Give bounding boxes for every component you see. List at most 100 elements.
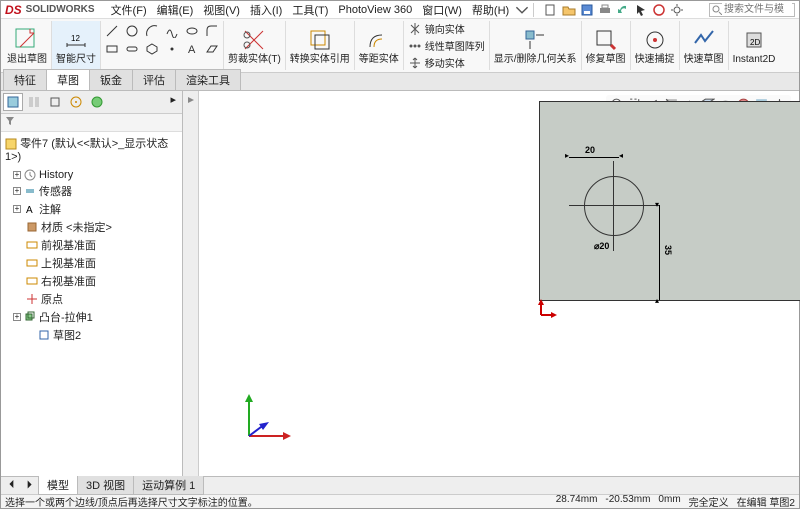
fm-property-tab[interactable] bbox=[24, 93, 44, 111]
scroll-right-icon[interactable]: ⏵ bbox=[21, 479, 39, 492]
tree-front-plane[interactable]: 前视基准面 bbox=[1, 236, 182, 254]
menu-file[interactable]: 文件(F) bbox=[107, 1, 151, 19]
fm-appearance-tab[interactable] bbox=[87, 93, 107, 111]
fm-tree-tab[interactable] bbox=[3, 93, 23, 111]
tree-history[interactable]: +History bbox=[1, 168, 182, 182]
tab-features[interactable]: 特征 bbox=[3, 69, 47, 90]
tree-top-plane[interactable]: 上视基准面 bbox=[1, 254, 182, 272]
search-icon bbox=[712, 5, 722, 15]
menu-insert[interactable]: 插入(I) bbox=[246, 1, 286, 19]
exit-sketch-button[interactable]: 退出草图 bbox=[3, 21, 52, 70]
menu-view[interactable]: 视图(V) bbox=[199, 1, 244, 19]
options-icon[interactable] bbox=[670, 3, 684, 17]
menu-tools[interactable]: 工具(T) bbox=[288, 1, 332, 19]
sketch-tools-grid: A bbox=[101, 21, 224, 70]
status-z: 0mm bbox=[658, 494, 680, 509]
menu-help[interactable]: 帮助(H) bbox=[468, 1, 513, 19]
feature-manager-panel: ▸ 零件7 (默认<<默认>_显示状态 1>) +History +传感器 +A… bbox=[1, 91, 183, 476]
menu-edit[interactable]: 编辑(E) bbox=[153, 1, 198, 19]
graphics-viewport[interactable]: 20 ▸ ◂ ⌀20 35 ▾ ▴ bbox=[199, 91, 799, 476]
tab-model[interactable]: 模型 bbox=[38, 476, 78, 495]
status-mode: 在编辑 草图2 bbox=[737, 494, 795, 509]
arc-tool[interactable] bbox=[143, 23, 161, 39]
tab-3dview[interactable]: 3D 视图 bbox=[77, 476, 134, 495]
part-name[interactable]: 零件7 (默认<<默认>_显示状态 1>) bbox=[1, 132, 182, 166]
dimension-vertical-35[interactable]: 35 ▾ ▴ bbox=[653, 205, 667, 300]
instant2d-button[interactable]: 2D Instant2D bbox=[729, 21, 780, 70]
move-entities-button[interactable]: 移动实体 bbox=[408, 55, 485, 70]
dimension-diameter-20[interactable]: ⌀20 bbox=[594, 241, 609, 252]
smart-dimension-button[interactable]: 12 智能尺寸 bbox=[52, 21, 101, 70]
show-delete-relations-button[interactable]: 显示/删除几何关系 bbox=[490, 21, 582, 70]
circle-centerline-h bbox=[569, 205, 659, 206]
print-icon[interactable] bbox=[598, 3, 612, 17]
point-tool[interactable] bbox=[163, 41, 181, 57]
tab-sketch[interactable]: 草图 bbox=[46, 69, 90, 90]
tree-extrude1[interactable]: +凸台-拉伸1 bbox=[1, 308, 182, 326]
transform-group: 镜向实体 线性草图阵列 移动实体 bbox=[404, 21, 490, 70]
scroll-left-icon[interactable]: ⏴ bbox=[3, 479, 21, 492]
tree-origin[interactable]: 原点 bbox=[1, 290, 182, 308]
tab-sheetmetal[interactable]: 钣金 bbox=[89, 69, 133, 90]
dimension-horizontal-20[interactable]: 20 ▸ ◂ bbox=[569, 151, 619, 165]
rapid-sketch-button[interactable]: 快速草图 bbox=[680, 21, 729, 70]
fm-expand-icon[interactable]: ▸ bbox=[166, 93, 180, 111]
status-x: 28.74mm bbox=[556, 494, 598, 509]
tree-material[interactable]: 材质 <未指定> bbox=[1, 218, 182, 236]
status-bar: 选择一个或两个边线/顶点后再选择尺寸文字标注的位置。 28.74mm -20.5… bbox=[1, 494, 799, 508]
offset-entities-button[interactable]: 等距实体 bbox=[355, 21, 404, 70]
rect-tool[interactable] bbox=[103, 41, 121, 57]
task-pane-strip[interactable] bbox=[183, 91, 199, 476]
fillet-tool[interactable] bbox=[203, 23, 221, 39]
text-tool[interactable]: A bbox=[183, 41, 201, 57]
tree-sketch2[interactable]: 草图2 bbox=[1, 326, 182, 344]
tree-right-plane[interactable]: 右视基准面 bbox=[1, 272, 182, 290]
trim-button[interactable]: 剪裁实体(T) bbox=[224, 21, 286, 70]
ellipse-tool[interactable] bbox=[183, 23, 201, 39]
linear-pattern-button[interactable]: 线性草图阵列 bbox=[408, 38, 485, 53]
status-prompt: 选择一个或两个边线/顶点后再选择尺寸文字标注的位置。 bbox=[5, 494, 258, 509]
spline-tool[interactable] bbox=[163, 23, 181, 39]
polygon-tool[interactable] bbox=[143, 41, 161, 57]
line-tool[interactable] bbox=[103, 23, 121, 39]
svg-text:12: 12 bbox=[71, 34, 80, 43]
slot-tool[interactable] bbox=[123, 41, 141, 57]
menubar: DS SOLIDWORKS 文件(F) 编辑(E) 视图(V) 插入(I) 工具… bbox=[1, 1, 799, 19]
svg-text:A: A bbox=[188, 44, 196, 56]
tree-annotations[interactable]: +A注解 bbox=[1, 200, 182, 218]
menu-photoview[interactable]: PhotoView 360 bbox=[334, 3, 416, 17]
fm-config-tab[interactable] bbox=[45, 93, 65, 111]
svg-text:2D: 2D bbox=[750, 38, 760, 47]
command-manager-tabs: 特征 草图 钣金 评估 渲染工具 bbox=[1, 73, 799, 91]
svg-text:A: A bbox=[26, 205, 33, 215]
reference-triad[interactable] bbox=[239, 386, 299, 446]
circle-tool[interactable] bbox=[123, 23, 141, 39]
fm-dimxpert-tab[interactable] bbox=[66, 93, 86, 111]
menu-window[interactable]: 窗口(W) bbox=[418, 1, 466, 19]
cursor-icon[interactable] bbox=[634, 3, 648, 17]
status-defined: 完全定义 bbox=[689, 494, 729, 509]
feature-tree: +History +传感器 +A注解 材质 <未指定> 前视基准面 上视基准面 … bbox=[1, 166, 182, 476]
undo-icon[interactable] bbox=[616, 3, 630, 17]
plane-tool[interactable] bbox=[203, 41, 221, 57]
circle-centerline-v bbox=[613, 161, 614, 251]
main-area: ▸ 零件7 (默认<<默认>_显示状态 1>) +History +传感器 +A… bbox=[1, 91, 799, 476]
rebuild-icon[interactable] bbox=[652, 3, 666, 17]
quick-snap-button[interactable]: 快速捕捉 bbox=[631, 21, 680, 70]
feature-filter[interactable] bbox=[1, 114, 182, 132]
search-box[interactable] bbox=[709, 3, 795, 17]
new-icon[interactable] bbox=[544, 3, 558, 17]
convert-entities-button[interactable]: 转换实体引用 bbox=[286, 21, 355, 70]
save-icon[interactable] bbox=[580, 3, 594, 17]
tab-evaluate[interactable]: 评估 bbox=[132, 69, 176, 90]
tab-render[interactable]: 渲染工具 bbox=[175, 69, 241, 90]
dropdown-icon[interactable] bbox=[515, 3, 529, 17]
tree-sensors[interactable]: +传感器 bbox=[1, 182, 182, 200]
mirror-button[interactable]: 镜向实体 bbox=[408, 21, 485, 36]
open-icon[interactable] bbox=[562, 3, 576, 17]
sketch-circle[interactable] bbox=[584, 176, 644, 236]
repair-sketch-button[interactable]: 修复草图 bbox=[582, 21, 631, 70]
search-input[interactable] bbox=[722, 3, 792, 16]
rectangle-face bbox=[539, 101, 800, 301]
tab-motion[interactable]: 运动算例 1 bbox=[133, 476, 204, 495]
